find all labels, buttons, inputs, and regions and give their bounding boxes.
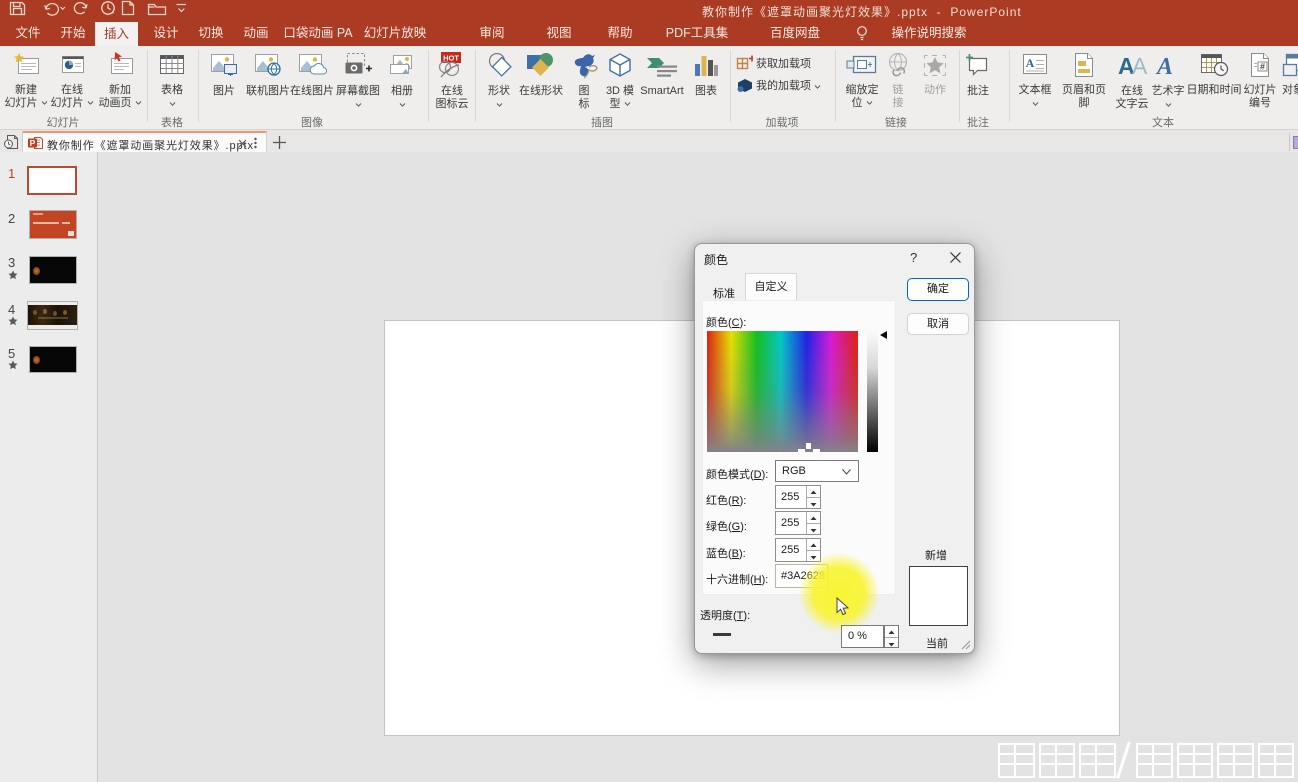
svg-text:P: P bbox=[30, 138, 36, 148]
svg-text:A: A bbox=[1026, 56, 1035, 70]
svg-text:A: A bbox=[1132, 53, 1148, 79]
svg-text:A: A bbox=[1155, 54, 1173, 79]
svg-text:#: # bbox=[1260, 62, 1265, 72]
